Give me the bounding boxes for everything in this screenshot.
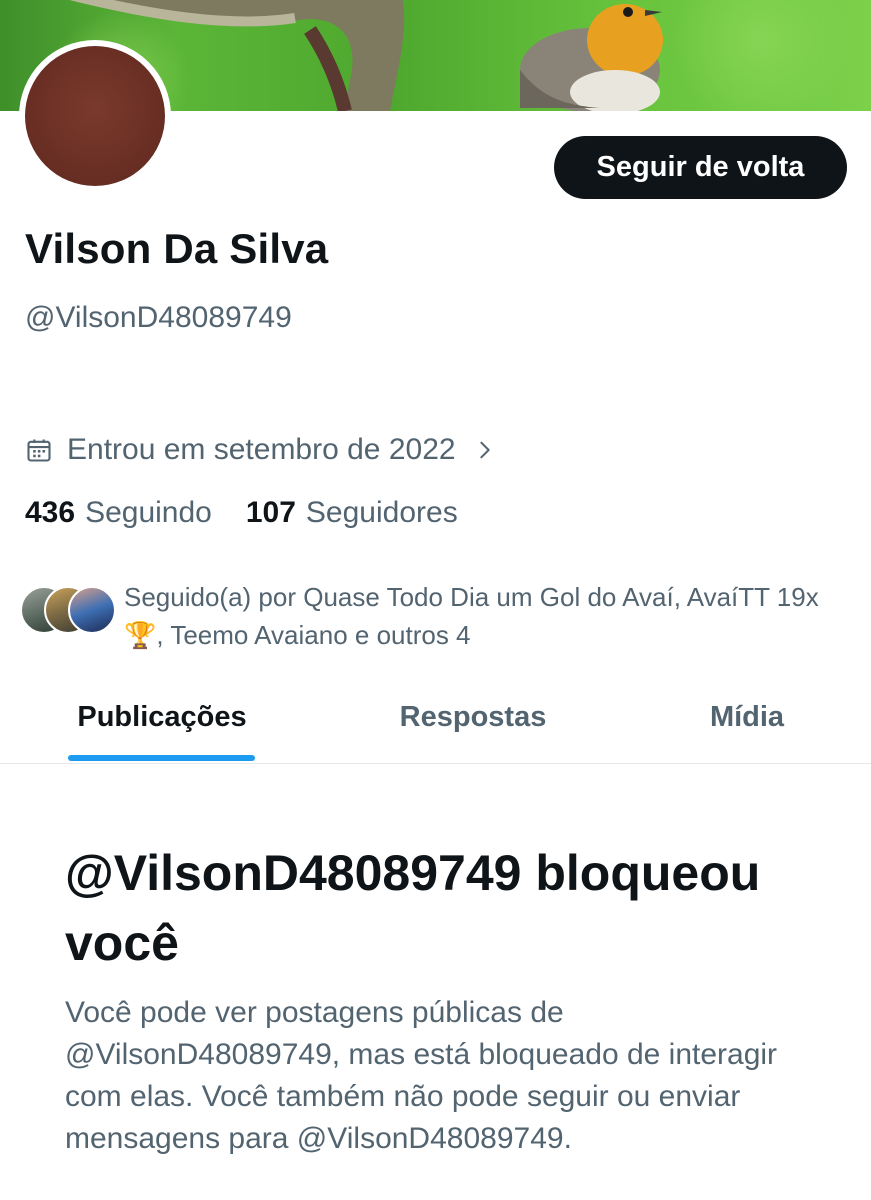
blocked-message: Você pode ver postagens públicas de @Vil… — [65, 996, 778, 1155]
followers-count: 107 — [245, 496, 296, 529]
follow-back-button[interactable]: Seguir de volta — [554, 136, 847, 199]
profile-stats: 436 Seguindo 107 Seguidores — [25, 496, 458, 530]
followers-link[interactable]: 107 Seguidores — [246, 496, 458, 530]
calendar-icon — [27, 439, 51, 462]
tab-midia[interactable]: Mídia — [660, 672, 834, 763]
tab-publicacoes[interactable]: Publicações — [40, 672, 284, 763]
following-link[interactable]: 436 Seguindo — [25, 496, 212, 530]
followed-by-text: Seguido(a) por Quase Todo Dia um Gol do … — [124, 582, 819, 650]
follower-avatars — [20, 586, 118, 638]
joined-date-text: Entrou em setembro de 2022 — [67, 433, 456, 466]
active-tab-indicator — [68, 755, 255, 761]
follower-avatar — [68, 586, 116, 634]
blocked-title: @VilsonD48089749 bloqueou você — [65, 845, 761, 971]
profile-tabs: Publicações Respostas Mídia — [0, 672, 871, 764]
avatar-image — [25, 46, 165, 186]
followed-by[interactable]: Seguido(a) por Quase Todo Dia um Gol do … — [20, 578, 860, 654]
joined-date[interactable]: Entrou em setembro de 2022 — [25, 430, 496, 470]
profile-handle: @VilsonD48089749 — [25, 301, 292, 334]
following-count: 436 — [25, 496, 76, 529]
profile-page: Seguir de volta Vilson Da Silva @VilsonD… — [0, 0, 871, 1200]
tab-respostas[interactable]: Respostas — [346, 672, 600, 763]
display-name: Vilson Da Silva — [25, 225, 329, 272]
chevron-right-icon — [479, 441, 490, 459]
following-label: Seguindo — [85, 496, 212, 529]
followers-label: Seguidores — [305, 496, 458, 529]
avatar[interactable] — [19, 40, 171, 192]
